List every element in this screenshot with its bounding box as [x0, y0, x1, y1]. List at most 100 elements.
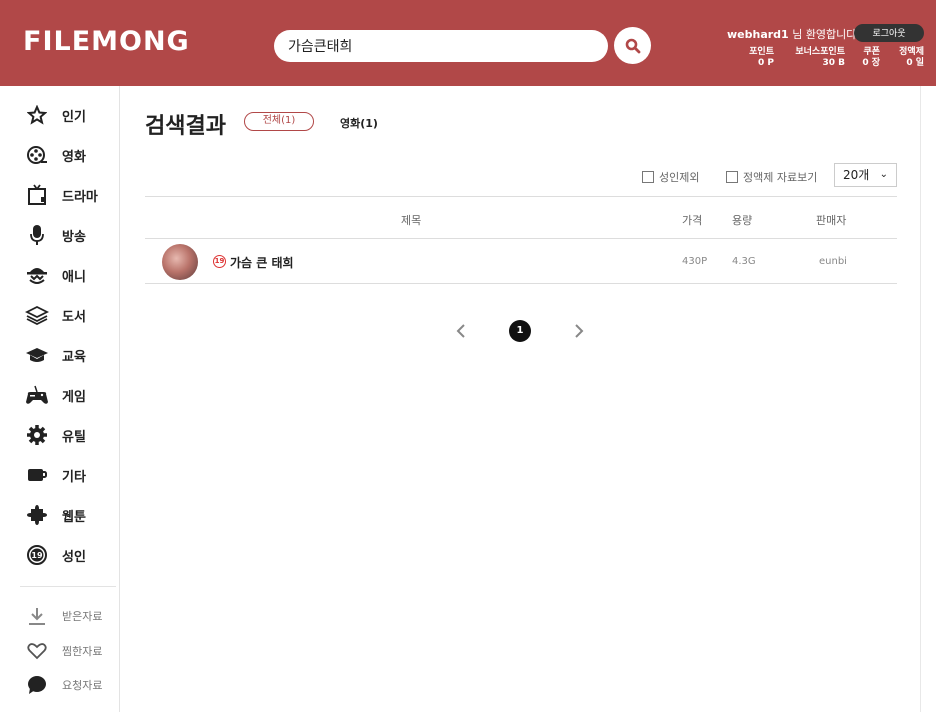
checkbox-box[interactable] — [642, 171, 654, 183]
row-seller: eunbi — [819, 256, 847, 267]
sidebar-label: 유틸 — [62, 429, 86, 445]
tab-all[interactable]: 전체(1) — [244, 112, 314, 131]
stat-coupon[interactable]: 쿠폰 0 장 — [858, 47, 880, 69]
column-header-seller: 판매자 — [816, 214, 847, 227]
exclude-adult-checkbox[interactable]: 성인제외 — [642, 169, 699, 185]
search-icon — [625, 38, 640, 53]
checkbox-label: 성인제외 — [659, 171, 700, 184]
logout-button[interactable]: 로그아웃 — [854, 24, 924, 42]
sidebar-label: 기타 — [62, 469, 86, 485]
column-header-price: 가격 — [682, 214, 703, 227]
flat-rate-checkbox[interactable]: 정액제 자료보기 — [726, 169, 817, 185]
stat-bonus-value: 30 B — [822, 58, 845, 68]
column-header-size: 용량 — [732, 214, 753, 227]
sidebar-item-movie[interactable]: 영화 — [24, 142, 86, 168]
top-header: FILEMONG webhard1 님 환영합니다. 로그아웃 포인트 0 P … — [0, 0, 936, 86]
sidebar-label: 애니 — [62, 269, 86, 285]
sidebar-item-anime[interactable]: 애니 — [24, 262, 86, 288]
table-bottom-border — [145, 283, 897, 284]
sidebar-item-webtoon[interactable]: 웹툰 — [24, 502, 86, 528]
sidebar-item-game[interactable]: 게임 — [24, 382, 86, 408]
table-top-border — [145, 196, 897, 197]
puzzle-icon — [24, 503, 50, 527]
sidebar-label: 도서 — [62, 309, 86, 325]
sidebar-item-received[interactable]: 받은자료 — [24, 603, 102, 629]
pagination-page-current[interactable]: 1 — [509, 320, 531, 342]
gear-icon — [24, 423, 50, 447]
adult-19-icon: 19 — [213, 255, 226, 268]
pagination-prev-button[interactable] — [451, 320, 471, 342]
sidebar-label: 요청자료 — [62, 679, 103, 692]
sidebar-item-education[interactable]: 교육 — [24, 342, 86, 368]
page-size-value: 20개 — [843, 168, 870, 182]
welcome-text: webhard1 님 환영합니다. — [727, 26, 860, 42]
graduation-cap-icon — [24, 343, 50, 367]
filemong-logo[interactable]: FILEMONG — [23, 26, 190, 57]
sidebar-label: 교육 — [62, 349, 86, 365]
row-title-link[interactable]: 가슴 큰 태희 — [230, 254, 294, 271]
search-button[interactable] — [614, 27, 651, 64]
page-title: 검색결과 — [145, 114, 226, 139]
column-header-title: 제목 — [401, 214, 422, 227]
books-icon — [24, 303, 50, 327]
star-icon — [24, 103, 50, 127]
adult-19-icon: 19 — [24, 543, 50, 567]
checkbox-box[interactable] — [726, 171, 738, 183]
sidebar-label: 게임 — [62, 389, 86, 405]
chevron-right-icon — [575, 324, 584, 338]
stat-flat-label: 정액제 — [899, 47, 924, 57]
sidebar-item-wishlist[interactable]: 찜한자료 — [24, 638, 102, 664]
stat-point[interactable]: 포인트 0 P — [744, 47, 774, 69]
stat-flat-value: 0 일 — [906, 58, 924, 68]
anime-icon — [24, 263, 50, 287]
stat-point-value: 0 P — [758, 58, 774, 68]
welcome-suffix: 님 환영합니다. — [788, 28, 860, 41]
thumbnail-image[interactable] — [162, 244, 198, 280]
film-reel-icon — [24, 143, 50, 167]
sidebar-item-etc[interactable]: 기타 — [24, 462, 86, 488]
chevron-left-icon — [456, 324, 465, 338]
heart-icon — [24, 639, 50, 663]
content-right-border — [920, 86, 921, 712]
sidebar-label: 성인 — [62, 549, 86, 565]
gamepad-icon — [24, 383, 50, 407]
stat-coupon-value: 0 장 — [862, 58, 880, 68]
sidebar-label: 웹툰 — [62, 509, 86, 525]
pagination-next-button[interactable] — [569, 320, 589, 342]
category-sidebar: 인기 영화 드라마 방송 애니 도서 교육 게임 유틸 기타 웹툰 19 성인 … — [0, 86, 120, 712]
table-row[interactable]: 19 가슴 큰 태희 430P 4.3G eunbi — [145, 240, 897, 283]
sidebar-item-adult[interactable]: 19 성인 — [24, 542, 86, 568]
stat-bonus-label: 보너스포인트 — [795, 47, 845, 57]
sidebar-label: 찜한자료 — [62, 645, 103, 658]
checkbox-label: 정액제 자료보기 — [743, 171, 818, 184]
sidebar-item-popular[interactable]: 인기 — [24, 102, 86, 128]
sidebar-label: 드라마 — [62, 189, 98, 205]
microphone-icon — [24, 223, 50, 247]
sidebar-divider — [20, 586, 116, 587]
download-icon — [24, 604, 50, 628]
sidebar-item-drama[interactable]: 드라마 — [24, 182, 98, 208]
stat-bonus[interactable]: 보너스포인트 30 B — [791, 47, 845, 69]
stat-flat[interactable]: 정액제 0 일 — [896, 47, 924, 69]
row-price: 430P — [682, 256, 708, 267]
chevron-down-icon: ⌄ — [879, 169, 888, 180]
stat-coupon-label: 쿠폰 — [863, 47, 880, 57]
sidebar-item-broadcast[interactable]: 방송 — [24, 222, 86, 248]
row-size: 4.3G — [732, 256, 756, 267]
svg-text:19: 19 — [31, 551, 43, 560]
sidebar-label: 방송 — [62, 229, 86, 245]
tab-movie[interactable]: 영화(1) — [340, 115, 378, 131]
tv-icon — [24, 183, 50, 207]
sidebar-label: 인기 — [62, 109, 86, 125]
sidebar-label: 받은자료 — [62, 610, 103, 623]
stat-point-label: 포인트 — [749, 47, 774, 57]
sidebar-item-requests[interactable]: 요청자료 — [24, 672, 102, 698]
speech-bubble-icon — [24, 673, 50, 697]
cup-icon — [24, 463, 50, 487]
table-header-border — [145, 238, 897, 239]
search-input[interactable] — [274, 30, 608, 62]
page-size-select[interactable]: 20개 ⌄ — [834, 163, 897, 187]
username: webhard1 — [727, 28, 789, 41]
sidebar-item-books[interactable]: 도서 — [24, 302, 86, 328]
sidebar-item-utility[interactable]: 유틸 — [24, 422, 86, 448]
